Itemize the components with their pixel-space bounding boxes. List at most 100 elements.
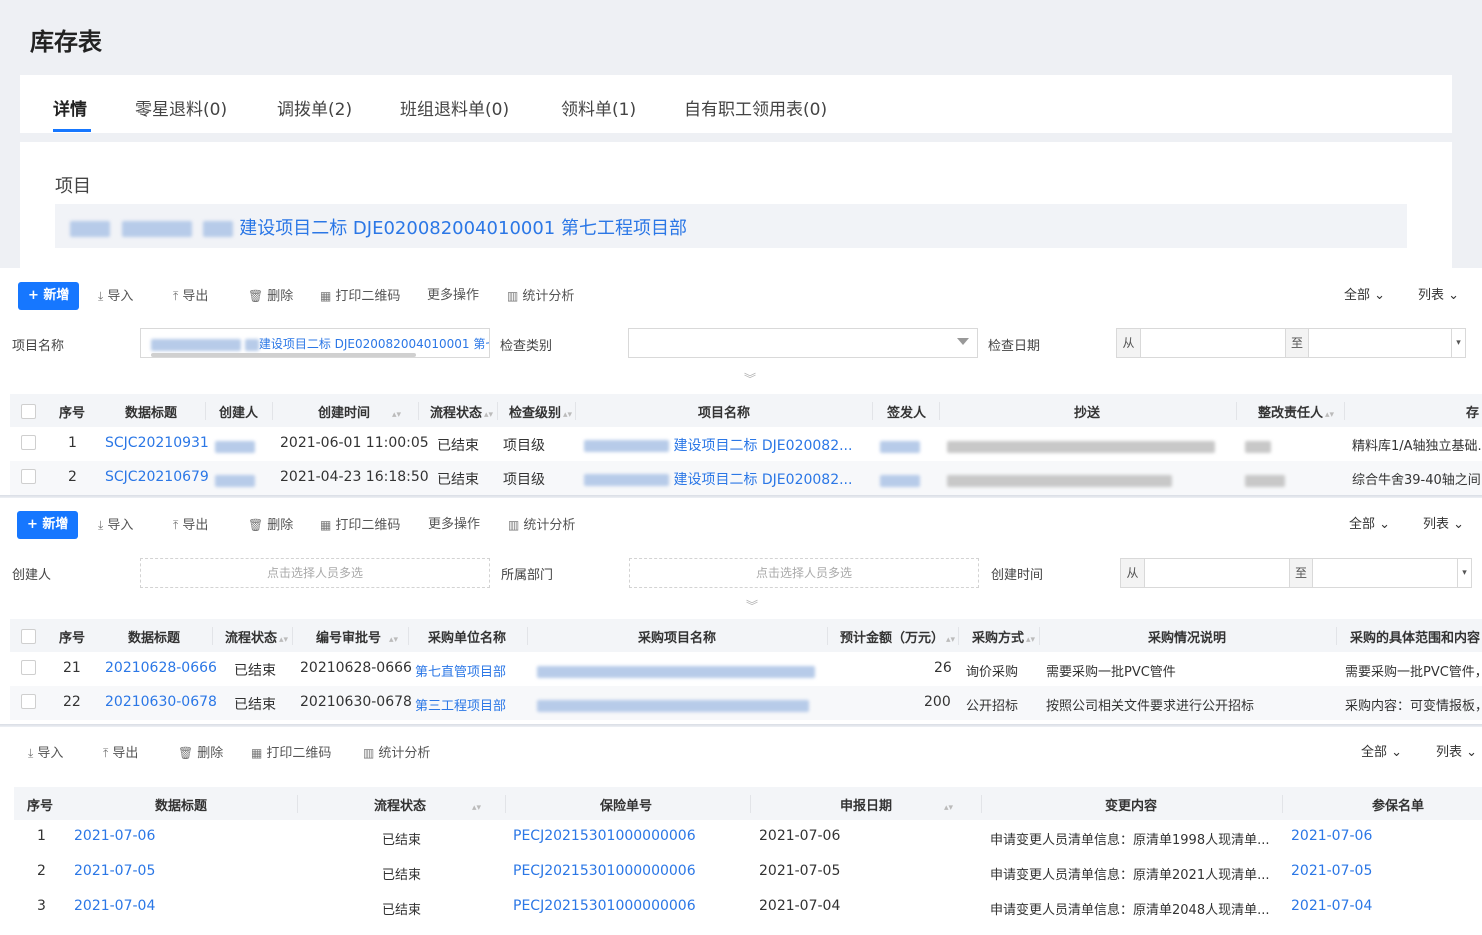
column-header[interactable]: 流程状态 ▴▾ — [374, 795, 481, 814]
row-title-link[interactable]: 2021-07-04 — [74, 898, 155, 914]
select-all-checkbox[interactable] — [21, 629, 36, 644]
redacted-text — [947, 441, 1215, 453]
tab-scattered-return[interactable]: 零星退料(0) — [135, 95, 227, 120]
creator-picker[interactable]: 点击选择人员多选 — [140, 558, 490, 588]
export-button[interactable]: ⤒ 导出 — [173, 511, 208, 540]
table-row[interactable]: 22 20210630-0678 已结束 20210630-0678 第三工程项… — [10, 686, 1482, 720]
download-icon: ⤓ — [98, 289, 104, 303]
check-type-select[interactable] — [628, 328, 978, 358]
row-title-link[interactable]: 2021-07-06 — [74, 828, 155, 844]
sort-icon[interactable]: ▴▾ — [1325, 410, 1334, 420]
column-header[interactable]: 申报日期 ▴▾ — [840, 795, 953, 814]
export-button[interactable]: ⤒ 导出 — [173, 282, 208, 311]
redacted-text — [151, 338, 241, 351]
import-button[interactable]: ⤓ 导入 — [98, 511, 133, 540]
department-label: 所属部门 — [501, 568, 554, 583]
row-checkbox[interactable] — [21, 435, 36, 450]
expand-filters-icon[interactable]: ︾ — [746, 597, 758, 614]
scope-dropdown[interactable]: 全部 ⌄ — [1349, 511, 1390, 539]
created-time-range[interactable]: 从 至 ▾ — [1120, 558, 1472, 588]
policy-link[interactable]: PECJ20215301000000006 — [513, 898, 696, 914]
row-checkbox[interactable] — [21, 469, 36, 484]
delete-button[interactable]: 🗑 删除 — [178, 739, 223, 768]
column-header[interactable]: 整改责任人 ▴▾ — [1258, 402, 1334, 421]
caret-down-icon[interactable]: ▾ — [1451, 329, 1465, 357]
select-all-checkbox[interactable] — [21, 404, 36, 419]
table-row[interactable]: 2 SCJC20210679 2021-04-23 16:18:50 已结束 项… — [10, 461, 1482, 495]
department-picker[interactable]: 点击选择人员多选 — [629, 558, 979, 588]
sort-icon[interactable]: ▴▾ — [279, 635, 288, 645]
insured-list-link[interactable]: 2021-07-04 — [1291, 898, 1372, 914]
sort-icon[interactable]: ▴▾ — [563, 410, 572, 420]
add-button[interactable]: + 新增 — [17, 511, 79, 539]
column-header[interactable]: 流程状态 ▴▾ — [430, 402, 493, 421]
delete-button[interactable]: 🗑 删除 — [248, 511, 293, 540]
row-checkbox[interactable] — [21, 694, 36, 709]
column-header[interactable]: 流程状态 ▴▾ — [225, 627, 288, 646]
horizontal-scrollbar[interactable] — [151, 353, 416, 357]
print-qr-button[interactable]: ▦ 打印二维码 — [251, 739, 331, 768]
sort-icon[interactable]: ▴▾ — [389, 635, 398, 645]
check-date-range[interactable]: 从 至 ▾ — [1116, 328, 1466, 358]
import-button[interactable]: ⤓ 导入 — [28, 739, 63, 768]
project-link[interactable]: 建设项目二标 DJE020082... — [584, 469, 852, 489]
print-qr-button[interactable]: ▦ 打印二维码 — [320, 282, 400, 311]
tab-staff-usage[interactable]: 自有职工领用表(0) — [684, 95, 827, 120]
more-actions-button[interactable]: 更多操作 — [427, 282, 479, 310]
project-link[interactable]: 建设项目二标 DJE020082... — [584, 435, 852, 455]
scope-dropdown[interactable]: 全部 ⌄ — [1344, 282, 1385, 310]
tab-details[interactable]: 详情 — [53, 95, 87, 120]
sort-icon[interactable]: ▴▾ — [944, 803, 953, 813]
sort-icon[interactable]: ▴▾ — [472, 803, 481, 813]
view-dropdown[interactable]: 列表 ⌄ — [1418, 282, 1459, 310]
tab-transfer-order[interactable]: 调拨单(2) — [277, 95, 352, 120]
column-header[interactable]: 创建时间 ▴▾ — [318, 402, 401, 421]
delete-button[interactable]: 🗑 删除 — [248, 282, 293, 311]
export-button[interactable]: ⤒ 导出 — [103, 739, 138, 768]
column-header[interactable]: 检查级别 ▴▾ — [509, 402, 572, 421]
row-title-link[interactable]: 20210628-0666 — [105, 660, 217, 676]
table-row[interactable]: 21 20210628-0666 已结束 20210628-0666 第七直管项… — [10, 652, 1482, 686]
row-title-link[interactable]: 2021-07-05 — [74, 863, 155, 879]
stats-button[interactable]: ▥ 统计分析 — [363, 739, 430, 768]
scope-dropdown[interactable]: 全部 ⌄ — [1361, 739, 1402, 767]
stats-button[interactable]: ▥ 统计分析 — [508, 511, 575, 540]
table-row[interactable]: 1 2021-07-06 已结束 PECJ20215301000000006 2… — [14, 820, 1482, 854]
sort-icon[interactable]: ▴▾ — [392, 410, 401, 420]
row-title-link[interactable]: SCJC20210931 — [105, 435, 209, 451]
insured-list-link[interactable]: 2021-07-06 — [1291, 828, 1372, 844]
tab-requisition[interactable]: 领料单(1) — [561, 95, 636, 120]
policy-link[interactable]: PECJ20215301000000006 — [513, 828, 696, 844]
view-dropdown[interactable]: 列表 ⌄ — [1423, 511, 1464, 539]
column-header: 签发人 — [887, 406, 927, 421]
row-checkbox[interactable] — [21, 660, 36, 675]
upload-icon: ⤒ — [173, 289, 179, 303]
import-button[interactable]: ⤓ 导入 — [98, 282, 133, 311]
insured-list-link[interactable]: 2021-07-05 — [1291, 863, 1372, 879]
tab-team-return[interactable]: 班组退料单(0) — [400, 95, 509, 120]
project-value: 建设项目二标 DJE020082004010001 第七工程项目部 — [70, 214, 687, 240]
caret-down-icon[interactable]: ▾ — [1457, 559, 1471, 587]
sort-icon[interactable]: ▴▾ — [1026, 635, 1035, 645]
view-dropdown[interactable]: 列表 ⌄ — [1436, 739, 1477, 767]
expand-filters-icon[interactable]: ︾ — [744, 370, 756, 387]
column-header[interactable]: 编号审批号 ▴▾ — [316, 627, 398, 646]
column-header[interactable]: 预计金额（万元） ▴▾ — [840, 627, 955, 646]
stats-button[interactable]: ▥ 统计分析 — [507, 282, 574, 311]
project-name-input[interactable]: 建设项目二标 DJE020082004010001 第七工程 — [140, 328, 490, 358]
table-row[interactable]: 3 2021-07-04 已结束 PECJ20215301000000006 2… — [14, 890, 1482, 924]
unit-link[interactable]: 第七直管项目部 — [415, 661, 506, 680]
table-row[interactable]: 2 2021-07-05 已结束 PECJ20215301000000006 2… — [14, 855, 1482, 889]
unit-link[interactable]: 第三工程项目部 — [415, 695, 506, 714]
print-qr-button[interactable]: ▦ 打印二维码 — [320, 511, 400, 540]
policy-link[interactable]: PECJ20215301000000006 — [513, 863, 696, 879]
column-header[interactable]: 采购方式 ▴▾ — [972, 627, 1035, 646]
table-row[interactable]: 1 SCJC20210931 2021-06-01 11:00:05 已结束 项… — [10, 427, 1482, 461]
row-title-link[interactable]: SCJC20210679 — [105, 469, 209, 485]
sort-icon[interactable]: ▴▾ — [946, 635, 955, 645]
table-header: 序号 数据标题 流程状态 ▴▾ 保险单号 申报日期 ▴▾ 变更内容 参保名单 — [14, 787, 1482, 820]
row-title-link[interactable]: 20210630-0678 — [105, 694, 217, 710]
add-button[interactable]: + 新增 — [18, 282, 80, 310]
sort-icon[interactable]: ▴▾ — [484, 410, 493, 420]
more-actions-button[interactable]: 更多操作 — [428, 511, 480, 539]
